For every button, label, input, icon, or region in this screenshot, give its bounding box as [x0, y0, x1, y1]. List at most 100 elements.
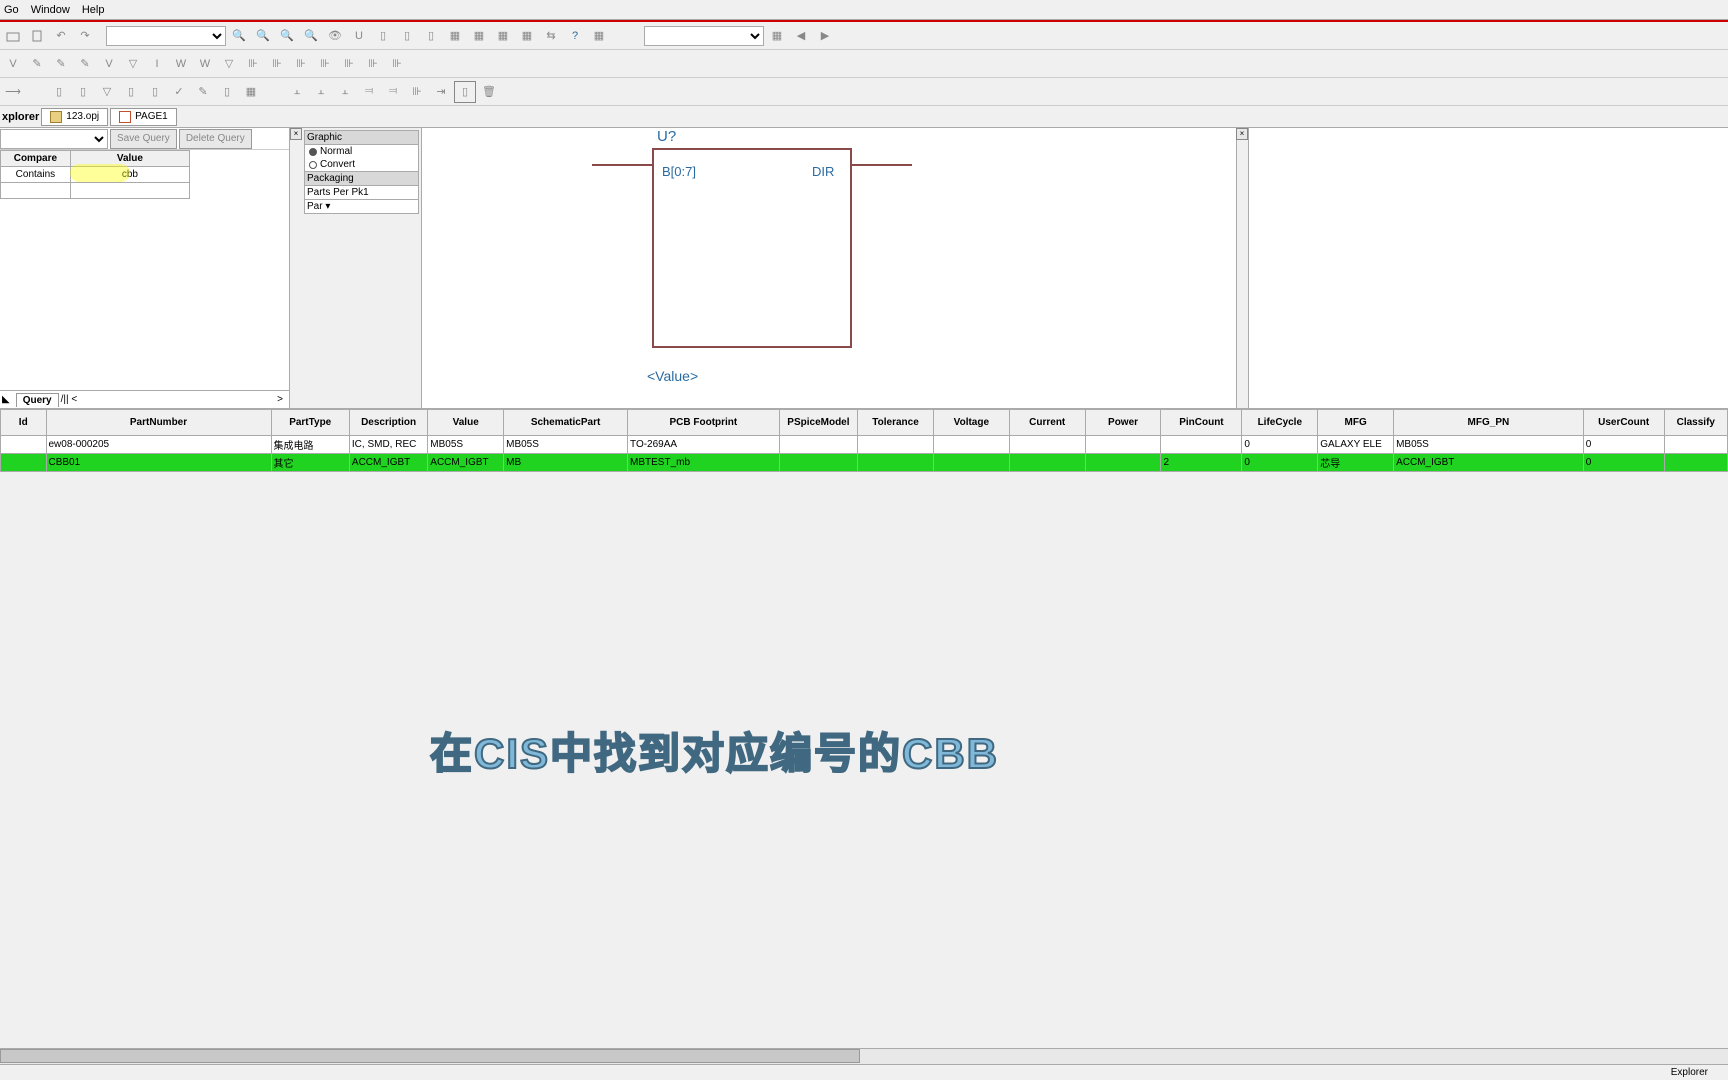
column-header[interactable]: Description: [349, 410, 427, 436]
w-icon[interactable]: W: [170, 53, 192, 75]
link-icon[interactable]: ⇆: [540, 25, 562, 47]
doc3-icon[interactable]: ▯: [420, 25, 442, 47]
p1-icon[interactable]: ✎: [26, 53, 48, 75]
undo-icon[interactable]: ↶: [50, 25, 72, 47]
zoom-fit-icon[interactable]: 🔍: [300, 25, 322, 47]
a1-icon[interactable]: ⫠: [286, 81, 308, 103]
t6-icon[interactable]: ▯: [144, 81, 166, 103]
tab-project[interactable]: 123.opj: [41, 108, 108, 126]
i-icon[interactable]: I: [146, 53, 168, 75]
doc2-icon[interactable]: ▯: [396, 25, 418, 47]
t4-icon[interactable]: ▽: [96, 81, 118, 103]
compare-cell-empty[interactable]: [1, 183, 71, 199]
value-cell-empty[interactable]: [70, 183, 189, 199]
delete-query-button[interactable]: Delete Query: [179, 129, 252, 149]
open-icon[interactable]: [2, 25, 24, 47]
help-icon[interactable]: ?: [564, 25, 586, 47]
redo-icon[interactable]: ↷: [74, 25, 96, 47]
t8-icon[interactable]: ✎: [192, 81, 214, 103]
c6-icon[interactable]: ⊪: [362, 53, 384, 75]
u-icon[interactable]: U: [348, 25, 370, 47]
t1-icon[interactable]: ⟶: [2, 81, 24, 103]
zoom-in-icon[interactable]: 🔍: [228, 25, 250, 47]
menu-window[interactable]: Window: [31, 4, 70, 16]
doc1-icon[interactable]: ▯: [372, 25, 394, 47]
t5-icon[interactable]: ▯: [120, 81, 142, 103]
w2-icon[interactable]: W: [194, 53, 216, 75]
c7-icon[interactable]: ⊪: [386, 53, 408, 75]
grid4-icon[interactable]: ▦: [516, 25, 538, 47]
grid3-icon[interactable]: ▦: [492, 25, 514, 47]
zoom-out-icon[interactable]: 🔍: [252, 25, 274, 47]
normal-radio[interactable]: Normal: [304, 145, 419, 158]
horizontal-scrollbar[interactable]: [0, 1048, 1728, 1064]
column-header[interactable]: SchematicPart: [504, 410, 628, 436]
column-header[interactable]: MFG_PN: [1394, 410, 1584, 436]
c3-icon[interactable]: ⊪: [290, 53, 312, 75]
close-icon[interactable]: ×: [290, 128, 302, 140]
scale-combo[interactable]: [644, 26, 764, 46]
zoom-area-icon[interactable]: 🔍: [276, 25, 298, 47]
t7-icon[interactable]: ✓: [168, 81, 190, 103]
t3-icon[interactable]: ▯: [72, 81, 94, 103]
column-header[interactable]: PinCount: [1161, 410, 1242, 436]
scroll-thumb[interactable]: [0, 1049, 860, 1063]
convert-radio[interactable]: Convert: [304, 158, 419, 171]
value-input[interactable]: cbb: [70, 167, 189, 183]
a7-icon[interactable]: ⇥: [430, 81, 452, 103]
grid2-icon[interactable]: ▦: [468, 25, 490, 47]
a6-icon[interactable]: ⊪: [406, 81, 428, 103]
save-query-button[interactable]: Save Query: [110, 129, 177, 149]
flag-icon[interactable]: ▽: [218, 53, 240, 75]
column-header[interactable]: Classify: [1664, 410, 1727, 436]
c1-icon[interactable]: ⊪: [242, 53, 264, 75]
column-header[interactable]: UserCount: [1583, 410, 1664, 436]
t9-icon[interactable]: ▯: [216, 81, 238, 103]
tab-page[interactable]: PAGE1: [110, 108, 177, 126]
menu-go[interactable]: Go: [4, 4, 19, 16]
query-tab[interactable]: Query: [16, 393, 59, 407]
table-icon[interactable]: ▦: [588, 25, 610, 47]
table-row[interactable]: ew08-000205集成电路IC, SMD, RECMB05SMB05STO-…: [1, 436, 1728, 454]
p3-icon[interactable]: ✎: [74, 53, 96, 75]
column-header[interactable]: Id: [1, 410, 47, 436]
column-header[interactable]: LifeCycle: [1242, 410, 1318, 436]
c5-icon[interactable]: ⊪: [338, 53, 360, 75]
c2-icon[interactable]: ⊪: [266, 53, 288, 75]
column-header[interactable]: Value: [428, 410, 504, 436]
query-select[interactable]: [0, 129, 108, 149]
part-combo[interactable]: [106, 26, 226, 46]
a4-icon[interactable]: ⫤: [358, 81, 380, 103]
p2-icon[interactable]: ✎: [50, 53, 72, 75]
c4-icon[interactable]: ⊪: [314, 53, 336, 75]
column-header[interactable]: Tolerance: [858, 410, 934, 436]
a2-icon[interactable]: ⫠: [310, 81, 332, 103]
prev-icon[interactable]: ◀: [790, 25, 812, 47]
grid1-icon[interactable]: ▦: [444, 25, 466, 47]
eye-icon[interactable]: 👁: [324, 25, 346, 47]
menu-help[interactable]: Help: [82, 4, 105, 16]
v-icon[interactable]: V: [2, 53, 24, 75]
column-header[interactable]: Current: [1009, 410, 1085, 436]
p4-icon[interactable]: ▽: [122, 53, 144, 75]
column-header[interactable]: PSpiceModel: [779, 410, 857, 436]
compare-cell[interactable]: Contains: [1, 167, 71, 183]
column-header[interactable]: Voltage: [933, 410, 1009, 436]
column-header[interactable]: Power: [1085, 410, 1161, 436]
par-select[interactable]: Par ▾: [304, 200, 419, 214]
column-header[interactable]: PCB Footprint: [628, 410, 780, 436]
column-header[interactable]: PartNumber: [46, 410, 271, 436]
column-header[interactable]: MFG: [1318, 410, 1394, 436]
a9-icon[interactable]: 🗑: [478, 81, 500, 103]
t2-icon[interactable]: ▯: [48, 81, 70, 103]
grid-toggle-icon[interactable]: ▦: [766, 25, 788, 47]
next-icon[interactable]: ▶: [814, 25, 836, 47]
table-row[interactable]: CBB01其它ACCM_IGBTACCM_IGBTMBMBTEST_mb20芯导…: [1, 454, 1728, 472]
a8-icon[interactable]: ▯: [454, 81, 476, 103]
v2-icon[interactable]: V: [98, 53, 120, 75]
paste-icon[interactable]: [26, 25, 48, 47]
column-header[interactable]: PartType: [271, 410, 349, 436]
t10-icon[interactable]: ▦: [240, 81, 262, 103]
a5-icon[interactable]: ⫤: [382, 81, 404, 103]
close-icon-2[interactable]: ×: [1236, 128, 1248, 140]
